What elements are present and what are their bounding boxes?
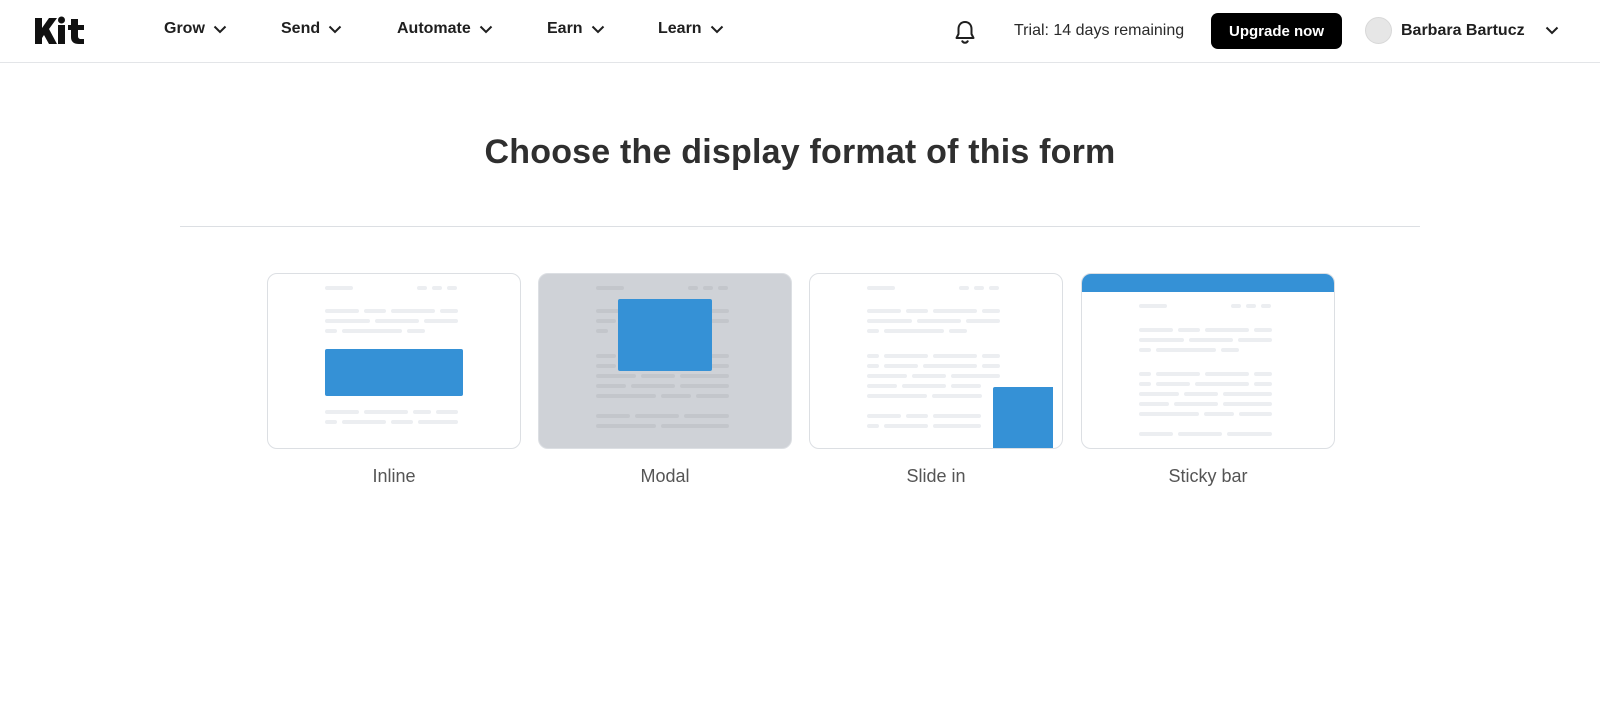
- format-option-slide-in[interactable]: Slide in: [809, 273, 1063, 487]
- inline-preview: [267, 273, 521, 449]
- format-option-label: Inline: [372, 466, 416, 486]
- page-title: Choose the display format of this form: [484, 133, 1116, 171]
- nav-earn-label: Earn: [547, 20, 583, 37]
- divider: [180, 226, 1420, 227]
- format-option-sticky-bar[interactable]: Sticky bar: [1081, 273, 1335, 487]
- slide-in-preview: [809, 273, 1063, 449]
- nav-automate[interactable]: Automate: [397, 20, 493, 38]
- kit-logo[interactable]: [35, 16, 97, 46]
- format-option-label: Slide in: [906, 466, 966, 486]
- chevron-down-icon: [479, 25, 492, 33]
- nav-grow[interactable]: Grow: [164, 20, 227, 38]
- format-option-label: Modal: [640, 466, 690, 486]
- nav-send-label: Send: [281, 20, 321, 37]
- trial-status-text: Trial: 14 days remaining: [1014, 22, 1185, 39]
- user-menu[interactable]: Barbara Bartucz: [1365, 17, 1559, 44]
- notification-bell-icon[interactable]: [952, 19, 978, 45]
- avatar: [1365, 17, 1392, 44]
- chevron-down-icon: [1545, 26, 1558, 35]
- modal-preview: [538, 273, 792, 449]
- sticky-bar-preview: [1081, 273, 1335, 449]
- chevron-down-icon: [213, 25, 227, 33]
- format-option-label: Sticky bar: [1168, 466, 1248, 486]
- upgrade-now-button[interactable]: Upgrade now: [1211, 13, 1342, 49]
- nav-grow-label: Grow: [164, 20, 205, 37]
- nav-send[interactable]: Send: [281, 20, 342, 38]
- nav-earn[interactable]: Earn: [547, 20, 605, 38]
- avatar-portrait-icon: [1386, 18, 1392, 44]
- nav-automate-label: Automate: [397, 20, 471, 37]
- modal-form-block: [618, 299, 712, 371]
- nav-learn-label: Learn: [658, 20, 702, 37]
- user-name: Barbara Bartucz: [1401, 21, 1525, 39]
- sticky-bar-block: [1082, 274, 1334, 292]
- inline-form-block: [325, 349, 463, 396]
- chevron-down-icon: [710, 25, 723, 33]
- nav-learn[interactable]: Learn: [658, 20, 724, 38]
- chevron-down-icon: [328, 25, 342, 33]
- slide-in-form-block: [993, 387, 1053, 448]
- top-navigation-bar: Grow Send Automate Earn Learn Trial: 14 …: [0, 0, 1600, 63]
- format-option-modal[interactable]: Modal: [538, 273, 792, 487]
- format-option-inline[interactable]: Inline: [267, 273, 521, 487]
- chevron-down-icon: [591, 25, 604, 33]
